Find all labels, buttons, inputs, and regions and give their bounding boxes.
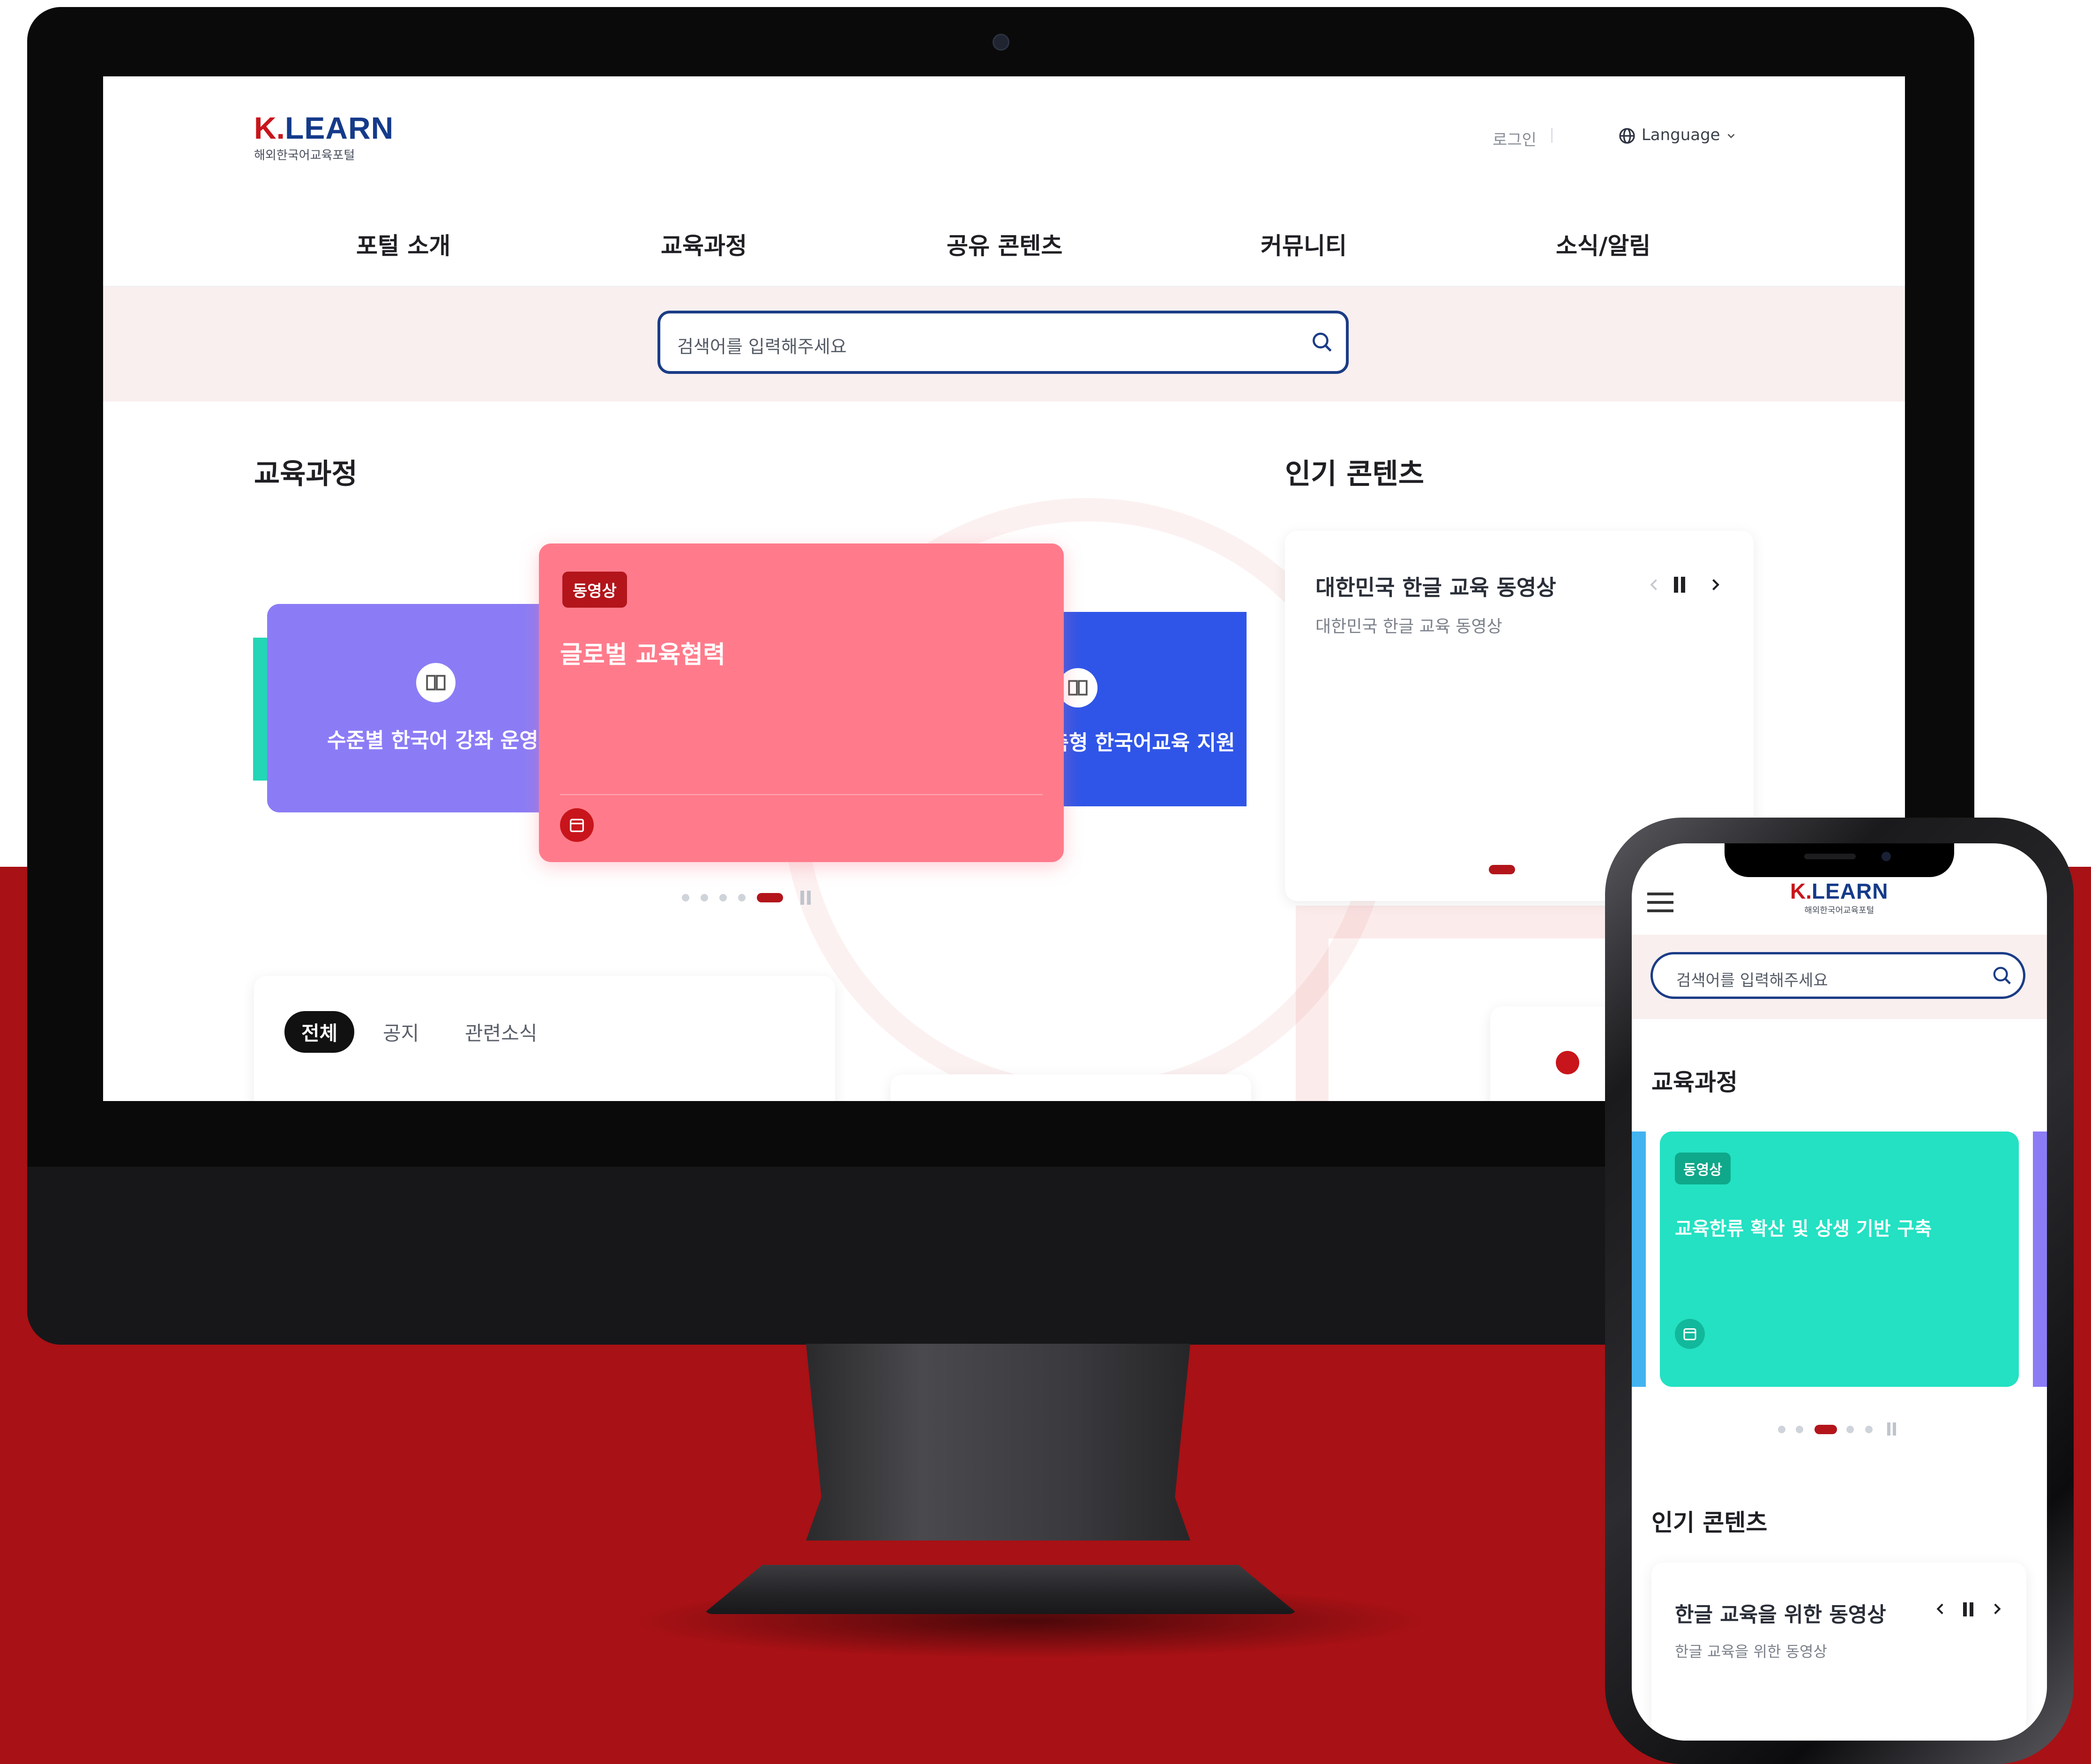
video-badge: 동영상 xyxy=(562,572,627,608)
mobile-popular-card-subtitle: 한글 교육을 위한 동영상 xyxy=(1675,1643,1827,1660)
language-label: Language xyxy=(1641,126,1720,144)
pagination-dot-active[interactable] xyxy=(757,893,783,902)
monitor-stand-base xyxy=(703,1565,1298,1614)
pagination-dot[interactable] xyxy=(682,894,689,901)
tab-related-news[interactable]: 관련소식 xyxy=(465,1018,538,1046)
popular-card-title: 대한민국 한글 교육 동영상 xyxy=(1315,575,1556,600)
course-card[interactable]: 맞춤형 한국어교육 지원 xyxy=(1050,612,1247,806)
search-icon[interactable] xyxy=(1991,965,2013,986)
video-badge: 동영상 xyxy=(1675,1153,1731,1184)
mobile-card-edge-right xyxy=(2033,1131,2047,1387)
phone-notch xyxy=(1725,843,1954,877)
pagination-dot[interactable] xyxy=(719,894,727,901)
mobile-popular-card-title: 한글 교육을 위한 동영상 xyxy=(1675,1603,1886,1627)
mobile-card-edge-left xyxy=(1632,1131,1646,1387)
nav-courses[interactable]: 교육과정 xyxy=(661,227,747,261)
search-input[interactable]: 검색어를 입력해주세요 xyxy=(657,311,1349,374)
chevron-left-icon[interactable] xyxy=(1933,1598,1949,1620)
news-panel: 전체 공지 관련소식 xyxy=(254,976,835,1101)
chevron-down-icon xyxy=(1727,134,1735,138)
logo-name: LEARN xyxy=(285,111,394,145)
nav-portal-intro[interactable]: 포털 소개 xyxy=(356,227,450,261)
search-icon[interactable] xyxy=(1310,330,1334,354)
mobile-search-placeholder: 검색어를 입력해주세요 xyxy=(1676,971,1828,990)
mobile-logo-subtitle: 해외한국어교육포털 xyxy=(1804,906,1874,915)
site-header: K.LEARN 해외한국어교육포털 로그인 Language xyxy=(103,76,1905,200)
book-icon xyxy=(1058,668,1098,707)
course-card-label: 맞춤형 한국어교육 지원 xyxy=(1050,731,1235,755)
main-nav: 포털 소개 교육과정 공유 콘텐츠 커뮤니티 소식/알림 xyxy=(103,199,1905,287)
mobile-popular-title: 인기 콘텐츠 xyxy=(1651,1509,1768,1536)
chevron-left-icon[interactable] xyxy=(1646,573,1663,596)
chevron-right-icon[interactable] xyxy=(1989,1598,2005,1620)
tab-notice[interactable]: 공지 xyxy=(383,1018,419,1046)
mobile-search-input[interactable]: 검색어를 입력해주세요 xyxy=(1650,952,2025,999)
search-band: 검색어를 입력해주세요 xyxy=(103,287,1905,402)
login-link[interactable]: 로그인 xyxy=(1493,127,1537,150)
mobile-courses-title: 교육과정 xyxy=(1651,1069,1738,1096)
mobile-logo-name: LEARN xyxy=(1812,879,1889,903)
news-card xyxy=(890,1074,1251,1101)
mobile-course-card-label: 교육한류 확산 및 상생 기반 구축 xyxy=(1675,1218,1932,1240)
pagination-dot[interactable] xyxy=(1796,1426,1803,1433)
courses-title: 교육과정 xyxy=(254,458,358,491)
pagination-dot[interactable] xyxy=(701,894,708,901)
course-card-featured[interactable]: 동영상 글로벌 교육협력 xyxy=(539,543,1064,862)
globe-icon xyxy=(1619,127,1635,144)
notification-icon xyxy=(1556,1051,1579,1074)
mobile-popular-card[interactable]: 한글 교육을 위한 동영상 한글 교육을 위한 동영상 xyxy=(1651,1563,2026,1741)
card-divider xyxy=(560,794,1043,795)
popular-pagination-active[interactable] xyxy=(1489,865,1515,874)
nav-community[interactable]: 커뮤니티 xyxy=(1261,227,1347,261)
popular-card-subtitle: 대한민국 한글 교육 동영상 xyxy=(1315,617,1502,636)
pagination-dot[interactable] xyxy=(1778,1426,1785,1433)
pause-icon[interactable] xyxy=(1674,577,1678,593)
chevron-right-icon[interactable] xyxy=(1707,573,1724,596)
logo-mark: K. xyxy=(254,111,285,145)
speaker-grille xyxy=(1804,854,1856,859)
nav-news[interactable]: 소식/알림 xyxy=(1556,227,1650,261)
popular-title: 인기 콘텐츠 xyxy=(1285,458,1424,491)
site-logo[interactable]: K.LEARN 해외한국어교육포털 xyxy=(254,110,394,163)
mobile-screen: K.LEARN 해외한국어교육포털 검색어를 입력해주세요 교육과정 동영상 교… xyxy=(1632,843,2047,1741)
course-card-label: 글로벌 교육협력 xyxy=(560,641,725,669)
calendar-icon xyxy=(560,808,594,842)
pagination-dot-active[interactable] xyxy=(1815,1425,1837,1434)
book-icon xyxy=(416,663,456,702)
webcam-icon xyxy=(993,34,1009,51)
mobile-course-card[interactable]: 동영상 교육한류 확산 및 상생 기반 구축 xyxy=(1660,1131,2019,1387)
front-camera-icon xyxy=(1882,852,1891,861)
mobile-logo[interactable]: K.LEARN 해외한국어교육포털 xyxy=(1790,878,1888,916)
tab-all[interactable]: 전체 xyxy=(284,1011,355,1053)
monitor-stand xyxy=(806,1344,1190,1541)
pagination-dot[interactable] xyxy=(738,894,746,901)
course-card-label: 수준별 한국어 강좌 운영 xyxy=(327,729,538,752)
nav-shared-contents[interactable]: 공유 콘텐츠 xyxy=(947,227,1062,261)
calendar-icon xyxy=(1675,1319,1705,1349)
search-placeholder: 검색어를 입력해주세요 xyxy=(677,336,847,357)
menu-icon[interactable] xyxy=(1647,893,1673,895)
pagination-dot[interactable] xyxy=(1846,1426,1854,1433)
header-divider xyxy=(1551,128,1553,143)
pause-icon[interactable] xyxy=(1887,1422,1890,1436)
mobile-logo-mark: K. xyxy=(1790,879,1812,903)
pagination-dot[interactable] xyxy=(1865,1426,1873,1433)
pause-icon[interactable] xyxy=(1963,1602,1967,1616)
language-selector[interactable]: Language xyxy=(1618,126,1737,145)
logo-subtitle: 해외한국어교육포털 xyxy=(254,149,355,163)
pause-icon[interactable] xyxy=(800,891,804,905)
